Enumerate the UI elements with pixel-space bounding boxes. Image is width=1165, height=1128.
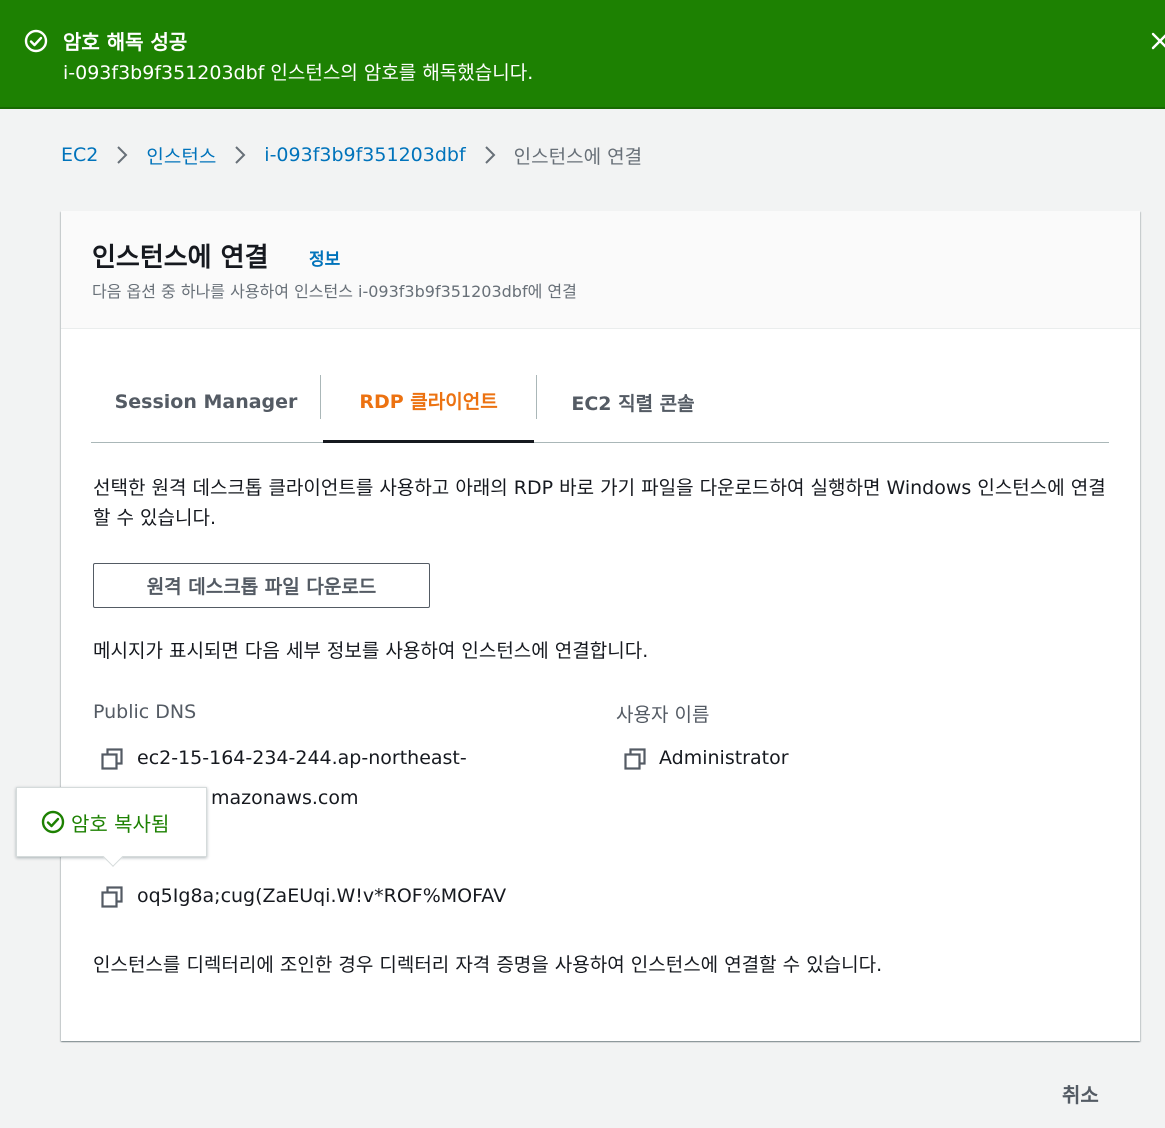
breadcrumb: EC2 인스턴스 i-093f3b9f351203dbf 인스턴스에 연결 [61, 140, 642, 170]
tab-session-manager[interactable]: Session Manager [91, 361, 321, 443]
download-rdp-file-button[interactable]: 원격 데스크톱 파일 다운로드 [93, 563, 430, 608]
tab-ec2-serial-console[interactable]: EC2 직렬 콘솔 [538, 361, 728, 443]
rdp-intro-text: 선택한 원격 데스크톱 클라이언트를 사용하고 아래의 RDP 바로 가기 파일… [93, 477, 1106, 529]
flash-message: i-093f3b9f351203dbf 인스턴스의 암호를 해독했습니다. [63, 62, 534, 84]
success-flash-banner: 암호 해독 성공 i-093f3b9f351203dbf 인스턴스의 암호를 해… [0, 0, 1165, 109]
username-label: 사용자 이름 [616, 704, 710, 726]
copy-icon[interactable] [101, 886, 123, 908]
connect-instance-panel: 인스턴스에 연결 정보 다음 옵션 중 하나를 사용하여 인스턴스 i-093f… [61, 211, 1140, 1041]
tab-divider [320, 375, 321, 419]
tab-rdp-client[interactable]: RDP 클라이언트 [323, 361, 534, 443]
breadcrumb-instances[interactable]: 인스턴스 [146, 142, 216, 169]
flash-title: 암호 해독 성공 [63, 30, 188, 54]
check-circle-icon [24, 29, 48, 53]
directory-note: 인스턴스를 디렉터리에 조인한 경우 디렉터리 자격 증명을 사용하여 인스턴스… [93, 954, 883, 976]
chevron-right-icon [484, 146, 496, 164]
breadcrumb-current: 인스턴스에 연결 [513, 145, 643, 168]
public-dns-value-line1: ec2-15-164-234-244.ap-northeast- [137, 747, 467, 769]
breadcrumb-ec2[interactable]: EC2 [61, 144, 98, 166]
public-dns-label: Public DNS [93, 701, 197, 723]
info-link[interactable]: 정보 [309, 245, 340, 270]
chevron-right-icon [117, 146, 128, 164]
password-copied-popover: 암호 복사됨 [16, 787, 207, 867]
close-icon[interactable] [1150, 30, 1165, 52]
password-value: oq5Ig8a;cug(ZaEUqi.W!v*ROF%MOFAV [137, 885, 507, 907]
tab-divider [536, 375, 537, 419]
prompt-text: 메시지가 표시되면 다음 세부 정보를 사용하여 인스턴스에 연결합니다. [93, 640, 649, 662]
check-circle-icon [41, 810, 65, 834]
panel-header: 인스턴스에 연결 정보 다음 옵션 중 하나를 사용하여 인스턴스 i-093f… [61, 211, 1140, 329]
connection-tabs: Session Manager RDP 클라이언트 EC2 직렬 콘솔 [91, 361, 1109, 443]
public-dns-value-line2: mazonaws.com [211, 787, 359, 809]
username-value: Administrator [659, 747, 789, 769]
cancel-button[interactable]: 취소 [1062, 1079, 1099, 1108]
panel-description: 다음 옵션 중 하나를 사용하여 인스턴스 i-093f3b9f351203db… [92, 282, 577, 301]
page-title: 인스턴스에 연결 [92, 243, 269, 273]
popover-text: 암호 복사됨 [71, 811, 170, 836]
chevron-right-icon [235, 146, 246, 164]
copy-icon[interactable] [624, 748, 646, 770]
copy-icon[interactable] [101, 748, 123, 770]
breadcrumb-instance-id[interactable]: i-093f3b9f351203dbf [264, 144, 465, 166]
